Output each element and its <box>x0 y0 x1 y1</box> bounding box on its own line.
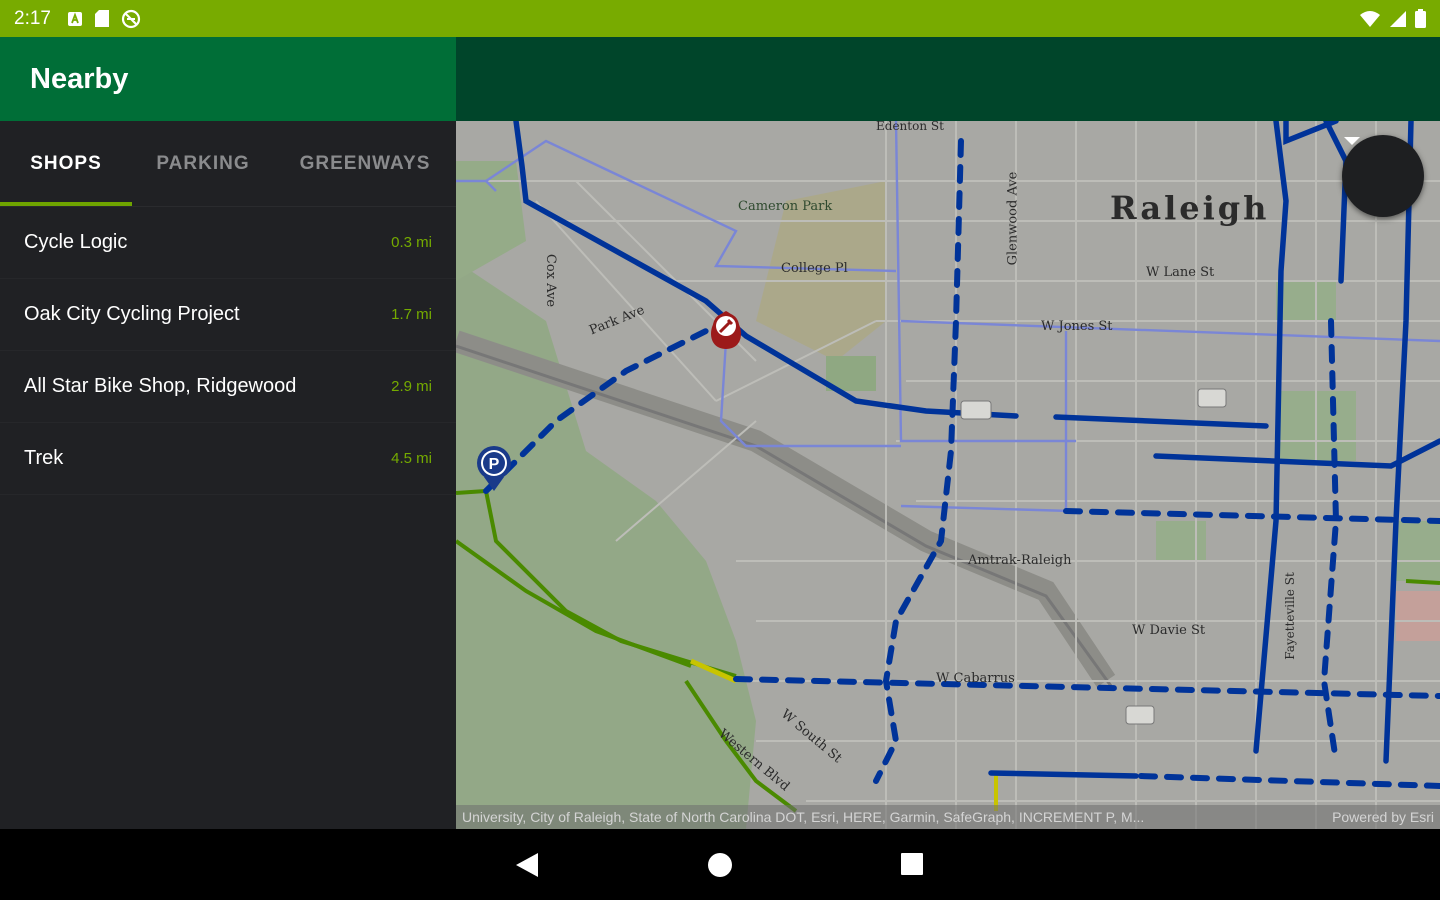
shop-distance: 2.9 mi <box>391 378 432 395</box>
shop-name: Trek <box>24 447 64 469</box>
street-label: W Davie St <box>1132 623 1206 638</box>
list-item[interactable]: All Star Bike Shop, Ridgewood 2.9 mi <box>0 351 456 423</box>
sd-card-icon <box>94 10 109 27</box>
chevron-down-icon <box>1344 137 1360 145</box>
panel-header: Nearby <box>0 37 456 121</box>
street-label: Cox Ave <box>543 253 559 308</box>
bike-shop-marker-icon[interactable] <box>711 311 741 349</box>
map-toolbar <box>456 37 1440 121</box>
navigation-bar <box>0 829 1440 900</box>
attribution-text: University, City of Raleigh, State of No… <box>462 809 1145 825</box>
cell-signal-icon <box>1390 10 1406 27</box>
list-item[interactable]: Trek 4.5 mi <box>0 423 456 495</box>
park-area <box>1156 521 1206 561</box>
street-label: Glenwood Ave <box>1005 171 1021 266</box>
tab-parking[interactable]: PARKING <box>132 121 274 206</box>
collapse-panel-button[interactable] <box>1342 135 1424 217</box>
shop-name: All Star Bike Shop, Ridgewood <box>24 375 297 397</box>
shop-list: Cycle Logic 0.3 mi Oak City Cycling Proj… <box>0 207 456 495</box>
shop-name: Cycle Logic <box>24 231 128 253</box>
nearby-panel: Nearby SHOPS PARKING GREENWAYS Cycle Log… <box>0 37 456 829</box>
city-label: Raleigh <box>1110 189 1270 227</box>
powered-by-text[interactable]: Powered by Esri <box>1332 809 1434 825</box>
panel-title: Nearby <box>30 62 129 95</box>
map-view[interactable]: P Raleigh Cameron Park College Pl Park A… <box>456 121 1440 829</box>
back-icon[interactable] <box>514 851 540 879</box>
street-label: W Jones St <box>1041 319 1113 334</box>
tab-shops[interactable]: SHOPS <box>0 121 132 206</box>
street-label: Cameron Park <box>738 199 833 214</box>
home-icon[interactable] <box>707 852 733 878</box>
commercial-area <box>1396 591 1440 641</box>
tab-bar: SHOPS PARKING GREENWAYS <box>0 121 456 207</box>
list-item[interactable]: Oak City Cycling Project 1.7 mi <box>0 279 456 351</box>
street-label: Amtrak-Raleigh <box>968 553 1072 568</box>
street-label: W Cabarrus <box>936 671 1015 686</box>
shop-distance: 0.3 mi <box>391 234 432 251</box>
shop-distance: 1.7 mi <box>391 306 432 323</box>
street-label: Edenton St <box>876 121 944 133</box>
street-label: Fayetteville St <box>1282 572 1297 660</box>
map-attribution: University, City of Raleigh, State of No… <box>456 805 1440 829</box>
tab-greenways[interactable]: GREENWAYS <box>274 121 456 206</box>
park-area <box>1276 281 1336 321</box>
status-time: 2:17 <box>14 7 51 29</box>
wifi-icon <box>1360 10 1380 27</box>
status-bar: 2:17 <box>0 0 1440 37</box>
map-canvas: P <box>456 121 1440 829</box>
sync-off-icon <box>121 9 141 28</box>
park-area <box>1396 521 1440 581</box>
street-label: College Pl <box>781 261 848 276</box>
notification-a-icon <box>67 11 82 26</box>
street-label: W Lane St <box>1146 265 1215 280</box>
shop-distance: 4.5 mi <box>391 450 432 467</box>
svg-text:P: P <box>489 456 500 473</box>
recents-icon[interactable] <box>900 852 924 876</box>
battery-icon <box>1415 9 1426 28</box>
list-item[interactable]: Cycle Logic 0.3 mi <box>0 207 456 279</box>
shop-name: Oak City Cycling Project <box>24 303 240 325</box>
